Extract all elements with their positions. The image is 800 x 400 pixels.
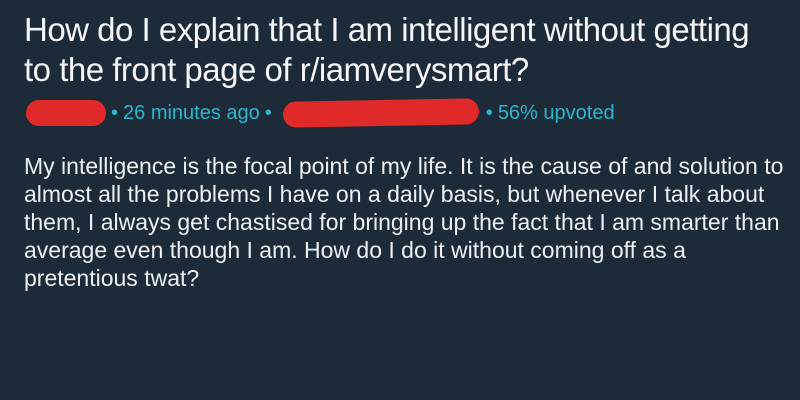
- post-meta: • 26 minutes ago • • 56% upvoted: [24, 94, 780, 132]
- redacted-username: [26, 100, 106, 126]
- post-card: How do I explain that I am intelligent w…: [0, 0, 800, 400]
- separator-dot: •: [485, 101, 493, 124]
- post-body: My intelligence is the focal point of my…: [24, 153, 784, 291]
- separator-dot: •: [264, 101, 272, 124]
- post-time: 26 minutes ago: [123, 101, 260, 124]
- redacted-flair: [282, 98, 480, 128]
- upvote-ratio: 56% upvoted: [497, 101, 615, 124]
- post-title[interactable]: How do I explain that I am intelligent w…: [24, 10, 780, 90]
- separator-dot: •: [111, 101, 119, 124]
